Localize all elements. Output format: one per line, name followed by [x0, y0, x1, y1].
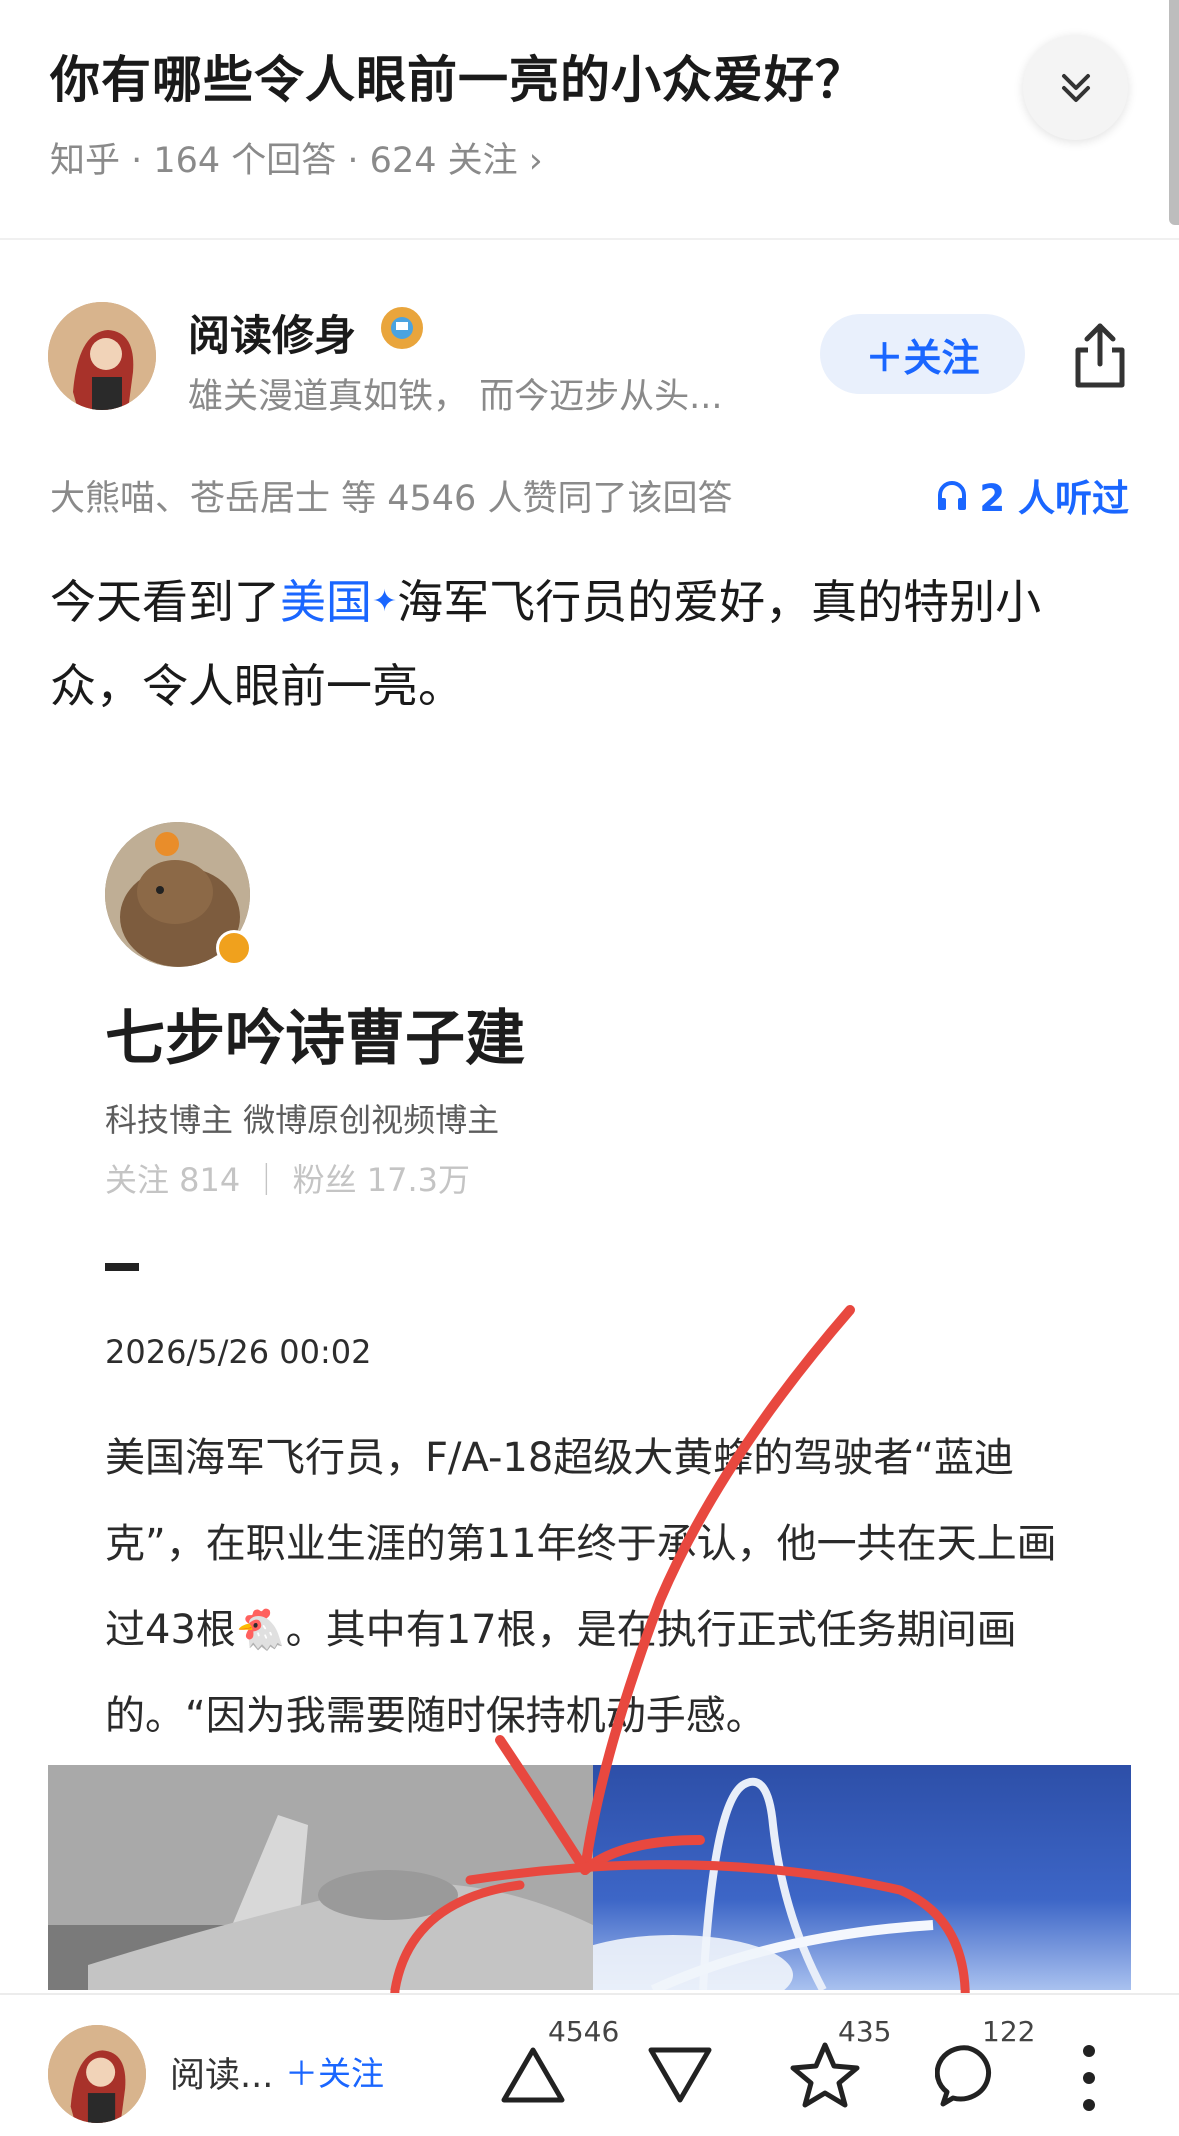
- share-button[interactable]: [1070, 320, 1130, 390]
- more-button[interactable]: [1082, 2043, 1096, 2113]
- collapse-button[interactable]: [1023, 35, 1128, 140]
- embedded-date: 2026/5/26 00:02: [105, 1333, 372, 1371]
- author-avatar[interactable]: [48, 302, 156, 410]
- embedded-name: 七步吟诗曹子建: [105, 1004, 525, 1074]
- embedded-screenshot[interactable]: 七步吟诗曹子建 科技博主 微博原创视频博主 关注 814 ｜ 粉丝 17.3万 …: [48, 790, 1131, 1990]
- bottom-author-name[interactable]: 阅读...: [170, 2047, 273, 2098]
- embedded-stats: 关注 814 ｜ 粉丝 17.3万: [105, 1161, 471, 1199]
- upvote-count: 4546: [548, 2015, 620, 2048]
- divider: [105, 1263, 139, 1271]
- author-badge-icon: [378, 304, 426, 352]
- star-icon: [790, 2042, 860, 2108]
- comment-count: 122: [982, 2015, 1036, 2048]
- sparkle-icon: ✦: [372, 584, 398, 619]
- embedded-body: 美国海军飞行员，F/A-18超级大黄蜂的驾驶者“蓝迪克”，在职业生涯的第11年终…: [105, 1435, 1057, 1739]
- listened-indicator[interactable]: 2 人听过: [935, 468, 1129, 522]
- share-icon: [1075, 323, 1125, 388]
- bottom-action-bar: 阅读... ＋关注 4546 435 122: [0, 1993, 1179, 2136]
- topic-link[interactable]: 美国: [280, 575, 372, 629]
- downvote-button[interactable]: [640, 2035, 720, 2115]
- author-bio: 雄关漫道真如铁， 而今迈步从头...: [188, 377, 723, 417]
- question-meta[interactable]: 知乎 · 164 个回答 · 624 关注 ›: [50, 132, 543, 183]
- embedded-photos: [48, 1765, 1131, 1990]
- answer-text-before: 今天看到了: [50, 575, 280, 629]
- follow-button[interactable]: ＋关注: [820, 314, 1025, 394]
- verified-badge-icon: [216, 930, 252, 966]
- favorite-count: 435: [838, 2015, 892, 2048]
- listened-text: 2 人听过: [979, 477, 1129, 520]
- author-name[interactable]: 阅读修身: [188, 302, 356, 363]
- bottom-follow-button[interactable]: ＋关注: [285, 2047, 384, 2095]
- downvote-triangle-icon: [648, 2047, 712, 2103]
- embedded-tags: 科技博主 微博原创视频博主: [105, 1101, 500, 1139]
- question-header: 你有哪些令人眼前一亮的小众爱好？ 知乎 · 164 个回答 · 624 关注 ›: [0, 0, 1179, 240]
- more-vertical-icon: [1083, 2045, 1095, 2111]
- upvoters-text[interactable]: 大熊喵、苍岳居士 等 4546 人赞同了该回答: [50, 470, 732, 521]
- author-row: 阅读修身 雄关漫道真如铁， 而今迈步从头... ＋关注: [0, 290, 1179, 430]
- sky-contrail-photo: [593, 1765, 1131, 1990]
- comment-icon: [935, 2045, 991, 2107]
- jet-photo: [48, 1765, 593, 1990]
- double-chevron-down-icon: [1061, 73, 1090, 102]
- upvote-triangle-icon: [501, 2047, 565, 2103]
- bottom-author-avatar[interactable]: [48, 2025, 146, 2123]
- answer-text: 今天看到了美国✦海军飞行员的爱好，真的特别小众，令人眼前一亮。: [50, 560, 1130, 728]
- question-title[interactable]: 你有哪些令人眼前一亮的小众爱好？: [50, 40, 866, 112]
- headphones-icon: [938, 481, 967, 510]
